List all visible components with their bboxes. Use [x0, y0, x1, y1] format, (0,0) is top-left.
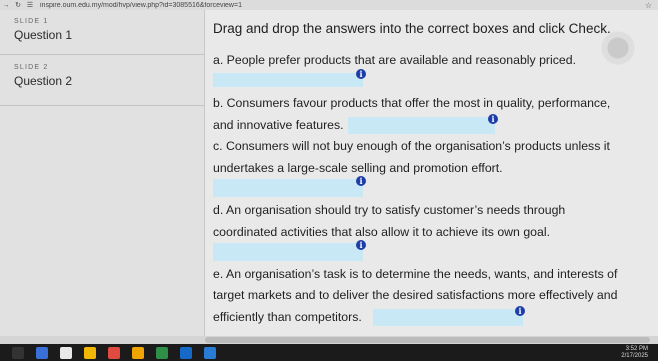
statement-e-line3: efficiently than competitors.: [213, 310, 362, 324]
instruction-text: Drag and drop the answers into the corre…: [213, 21, 611, 36]
slide-caption: SLIDE 2: [14, 64, 49, 71]
address-bar[interactable]: inspire.oum.edu.my/mod/hvp/view.php?id=3…: [40, 2, 242, 9]
statement-c-line1: c. Consumers will not buy enough of the …: [213, 139, 610, 153]
statement-b-line1: b. Consumers favour products that offer …: [213, 96, 611, 110]
drop-zone-c[interactable]: [213, 179, 363, 197]
scrollbar-thumb[interactable]: [205, 337, 650, 343]
info-icon[interactable]: i: [356, 240, 366, 250]
clock-date: 2/17/2025: [621, 352, 648, 359]
back-arrow-icon[interactable]: →: [0, 2, 12, 9]
slide-item-1[interactable]: SLIDE 1 Question 1: [14, 18, 72, 42]
statement-d-line1: d. An organisation should try to satisfy…: [213, 203, 566, 217]
widget-icon[interactable]: [60, 346, 72, 359]
edge-icon[interactable]: [204, 346, 216, 359]
info-icon[interactable]: i: [356, 69, 366, 79]
statement-b-line2: and innovative features.: [213, 118, 344, 132]
h5p-course-presentation: SLIDE 1 Question 1 SLIDE 2 Question 2 Dr…: [0, 10, 658, 346]
statement-c-line2: undertakes a large-scale selling and pro…: [213, 161, 503, 175]
slide-label: Question 1: [14, 28, 73, 42]
statement-d-line2: coordinated activities that also allow i…: [213, 225, 550, 239]
info-icon[interactable]: i: [488, 114, 498, 124]
drop-zone-b[interactable]: [348, 117, 495, 134]
browser-toolbar: → ↻ ☰ inspire.oum.edu.my/mod/hvp/view.ph…: [0, 0, 658, 10]
drop-zone-a[interactable]: [213, 73, 363, 87]
task-view-icon[interactable]: [36, 346, 48, 359]
slide-item-2[interactable]: SLIDE 2 Question 2: [14, 64, 72, 88]
drop-zone-d[interactable]: [213, 243, 363, 261]
word-icon[interactable]: [180, 346, 192, 359]
statement-a: a. People prefer products that are avail…: [213, 53, 576, 67]
slide-content: Drag and drop the answers into the corre…: [213, 10, 653, 346]
search-icon[interactable]: [12, 346, 24, 359]
drop-zone-e[interactable]: [373, 309, 523, 326]
bookmark-star-icon[interactable]: ☆: [645, 1, 652, 10]
divider: [0, 54, 205, 55]
slide-navigation: SLIDE 1 Question 1 SLIDE 2 Question 2: [0, 10, 205, 346]
divider: [0, 105, 205, 106]
statement-e-line2: target markets and to deliver the desire…: [213, 288, 618, 302]
app-icon[interactable]: [108, 346, 120, 359]
statement-e-line1: e. An organisation’s task is to determin…: [213, 267, 618, 281]
reload-icon[interactable]: ↻: [12, 1, 24, 9]
info-icon[interactable]: i: [356, 176, 366, 186]
slide-label: Question 2: [14, 74, 73, 88]
app-icon[interactable]: [132, 346, 144, 359]
windows-taskbar: 3:52 PM 2/17/2025: [0, 344, 658, 361]
chrome-icon[interactable]: [156, 346, 168, 359]
clock-time: 3:52 PM: [625, 345, 648, 352]
info-icon[interactable]: i: [515, 306, 525, 316]
system-clock[interactable]: 3:52 PM 2/17/2025: [621, 346, 648, 360]
file-explorer-icon[interactable]: [84, 346, 96, 359]
slide-caption: SLIDE 1: [14, 18, 49, 25]
site-info-icon[interactable]: ☰: [24, 1, 36, 9]
